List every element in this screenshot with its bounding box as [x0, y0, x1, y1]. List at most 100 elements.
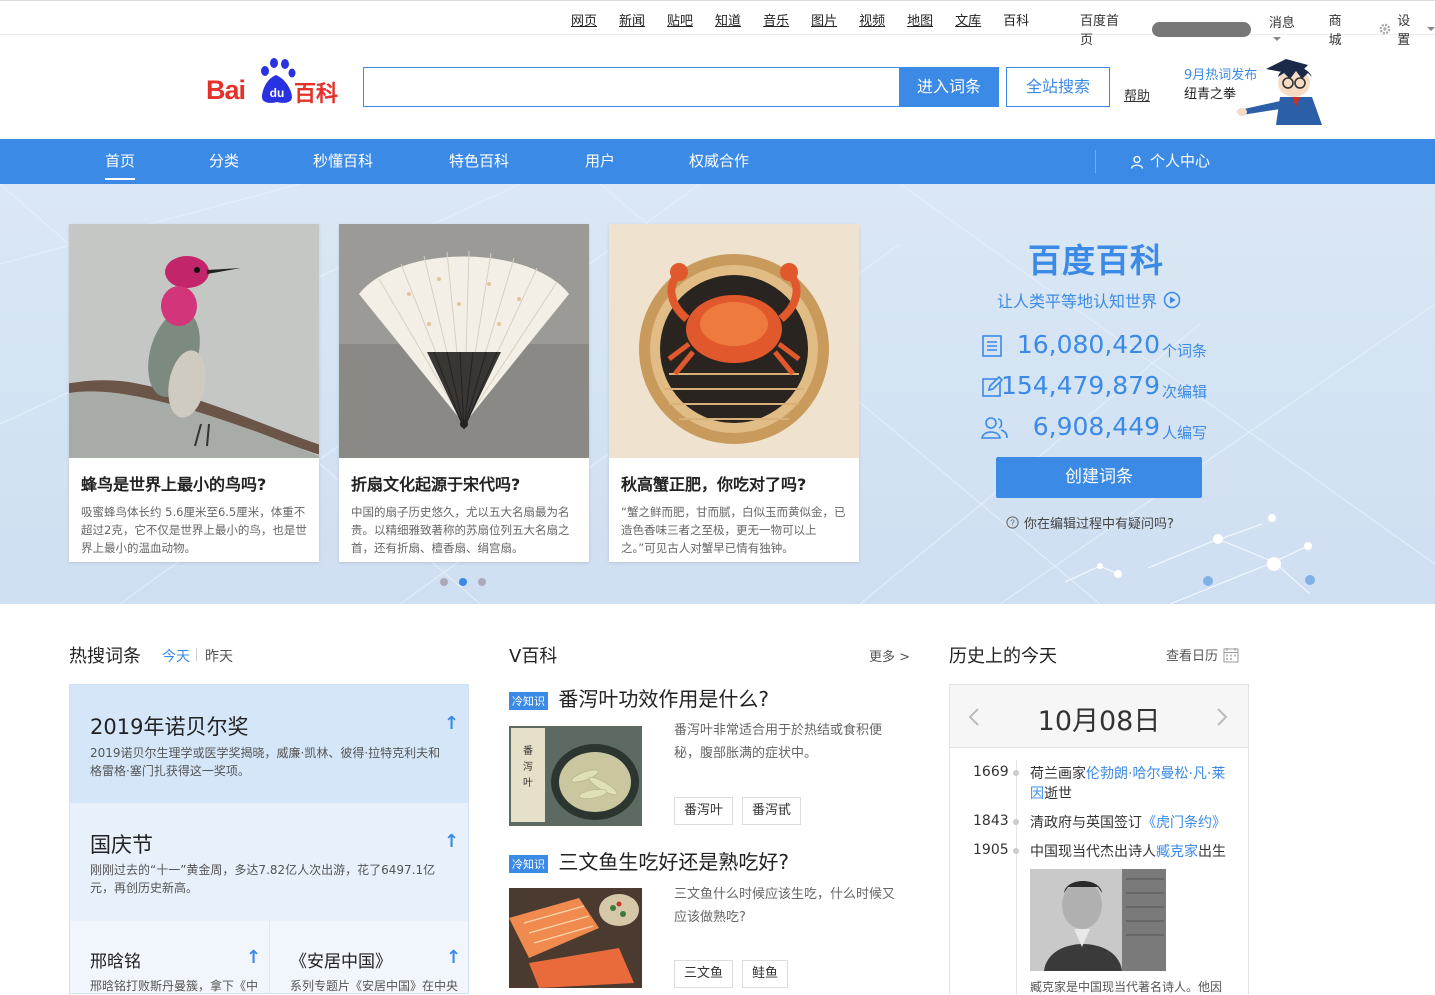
tab-divider — [196, 648, 197, 661]
topnav-link-baike: 百科 — [1003, 14, 1030, 29]
nav-divider — [1095, 150, 1096, 173]
stat-unit: 个词条 — [1162, 342, 1208, 360]
network-decoration — [1064, 514, 1315, 604]
hotsearch-item[interactable]: 国庆节 ↑ 刚刚过去的“十一”黄金周，多达7.82亿人次出游，花了6497.1亿… — [70, 803, 468, 921]
event-suffix: 逝世 — [1044, 786, 1072, 802]
vbaike-tag[interactable]: 鲑鱼 — [742, 960, 789, 988]
paw-icon: du — [261, 58, 296, 103]
logo-du-text: du — [270, 86, 285, 100]
nav-featured[interactable]: 特色百科 — [449, 139, 509, 184]
event-link[interactable]: 臧克家 — [1156, 844, 1198, 860]
event-year: 1669 — [973, 764, 1009, 780]
promo-link-subtitle[interactable]: 纽青之拳 — [1184, 83, 1236, 102]
topnav-link-map[interactable]: 地图 — [907, 10, 933, 29]
card-title: 折扇文化起源于宋代吗? — [351, 475, 521, 494]
help-link[interactable]: 帮助 — [1124, 85, 1150, 104]
event-prefix: 荷兰画家 — [1030, 766, 1086, 782]
trend-up-icon: ↑ — [446, 947, 462, 968]
timeline-dot — [1013, 848, 1019, 854]
chevron-right-icon[interactable] — [1216, 707, 1228, 727]
hotsearch-item-title: 《安居中国》 — [290, 952, 392, 972]
topnav-link-zhidao[interactable]: 知道 — [715, 10, 741, 29]
event-text: 清政府与英国签订《虎门条约》 — [1030, 813, 1230, 833]
event-prefix: 清政府与英国签订 — [1030, 815, 1142, 831]
main-nav: 首页 分类 秒懂百科 特色百科 用户 权威合作 个人中心 — [0, 139, 1435, 184]
portrait-caption: 臧克家是中国现当代著名诗人。他因 — [1030, 980, 1223, 994]
stat-number: 6,908,449 — [1032, 412, 1160, 441]
nav-category[interactable]: 分类 — [209, 139, 239, 184]
hero-banner: 蜂鸟是世界上最小的鸟吗? 吸蜜蜂鸟体长约 5.6厘米至6.5厘米，体重不超过2克… — [0, 184, 1435, 604]
hotsearch-item-title: 邢晗铭 — [90, 952, 141, 972]
event-year: 1905 — [973, 842, 1009, 858]
chevron-down-icon — [1427, 27, 1435, 31]
topnav-link-images[interactable]: 图片 — [811, 10, 837, 29]
vbaike-tag[interactable]: 番泻叶 — [674, 797, 734, 825]
users-icon — [981, 417, 1008, 439]
search-all-button[interactable]: 全站搜索 — [1006, 67, 1110, 107]
salmon-image[interactable] — [509, 888, 642, 988]
vbaike-tag[interactable]: 三文鱼 — [674, 960, 734, 988]
stat-unit: 人编写 — [1162, 424, 1208, 442]
search-input[interactable] — [363, 67, 900, 107]
hotsearch-title: 热搜词条 — [69, 646, 141, 667]
nav-authority[interactable]: 权威合作 — [689, 139, 749, 184]
hotsearch-item-desc: 系列专题片《安居中国》在中央 — [290, 979, 459, 993]
logo-bai-text: Bai — [206, 75, 246, 105]
topnav-link-news[interactable]: 新闻 — [619, 10, 645, 29]
event-text: 中国现当代杰出诗人臧克家出生 — [1030, 842, 1230, 862]
topnav-link-music[interactable]: 音乐 — [763, 10, 789, 29]
topnav-link-web[interactable]: 网页 — [571, 10, 597, 29]
slogan-link[interactable]: 让人类平等地认知世界 — [997, 288, 1181, 312]
event-text: 荷兰画家伦勃朗·哈尔曼松·凡·莱因逝世 — [1030, 764, 1230, 804]
trend-up-icon: ↑ — [444, 713, 460, 734]
view-calendar-link[interactable]: 查看日历 — [1166, 645, 1239, 664]
nav-miaodong[interactable]: 秒懂百科 — [313, 139, 373, 184]
event-link[interactable]: 《虎门条约》 — [1142, 815, 1226, 831]
messages-label: 消息 — [1268, 16, 1295, 31]
topnav-link-tieba[interactable]: 贴吧 — [667, 10, 693, 29]
timeline-line — [1016, 760, 1017, 994]
nav-home[interactable]: 首页 — [105, 143, 136, 180]
feature-card[interactable]: 折扇文化起源于宋代吗? 中国的扇子历史悠久，尤以五大名扇最为名贵。以精细雅致著称… — [339, 224, 589, 562]
senna-leaf-image[interactable]: 番 泻 叶 — [509, 726, 642, 826]
feature-card[interactable]: 秋高蟹正肥，你吃对了吗? “蟹之鲜而肥，甘而腻，白似玉而黄似金，已造色香味三者之… — [609, 224, 859, 562]
trend-up-icon: ↑ — [444, 831, 460, 852]
vbaike-title: V百科 — [509, 646, 558, 667]
nav-users[interactable]: 用户 — [585, 139, 615, 184]
view-calendar-label: 查看日历 — [1166, 649, 1219, 664]
vbaike-article-title[interactable]: 冷知识 番泻叶功效作用是什么? — [509, 683, 769, 712]
svg-text:?: ? — [1010, 519, 1015, 528]
topnav-link-wenku[interactable]: 文库 — [955, 10, 981, 29]
enter-entry-button[interactable]: 进入词条 — [899, 67, 999, 107]
vbaike-more-link[interactable]: 更多 > — [869, 646, 910, 665]
carousel-dot-active[interactable] — [459, 578, 467, 586]
vbaike-tag[interactable]: 番泻甙 — [742, 797, 802, 825]
hummingbird-image — [69, 224, 319, 458]
slogan-text: 让人类平等地认知世界 — [997, 292, 1158, 311]
stat-number: 154,479,879 — [1000, 371, 1160, 400]
carousel-dot[interactable] — [478, 578, 486, 586]
card-description: 中国的扇子历史悠久，尤以五大名扇最为名贵。以精细雅致著称的苏扇位列五大名扇之首，… — [351, 505, 570, 555]
label-fan: 番 — [523, 745, 533, 757]
hotsearch-item[interactable]: 《安居中国》 ↑ 系列专题片《安居中国》在中央 — [270, 921, 468, 993]
mascot-illustration[interactable] — [1236, 55, 1332, 127]
tab-yesterday[interactable]: 昨天 — [205, 646, 233, 666]
hotsearch-item[interactable]: 2019年诺贝尔奖 ↑ 2019诺贝尔生理学或医学奖揭晓，威廉·凯林、彼得·拉特… — [70, 685, 468, 803]
card-description: “蟹之鲜而肥，甘而腻，白似玉而黄似金，已造色香味三者之至极，更无一物可以上之。”… — [621, 505, 846, 555]
baike-logo[interactable]: Bai du 百科 — [206, 57, 346, 107]
current-date: 10月08日 — [1037, 706, 1161, 737]
vbaike-article-title-text: 三文鱼生吃好还是熟吃好? — [558, 850, 789, 874]
hotsearch-item[interactable]: 邢晗铭 ↑ 邢晗铭打败斯丹曼簇，拿下《中 — [70, 921, 270, 993]
hotsearch-item-desc: 邢晗铭打败斯丹曼簇，拿下《中 — [90, 979, 259, 993]
nav-personal-center[interactable]: 个人中心 — [1130, 139, 1210, 184]
tab-today[interactable]: 今天 — [162, 646, 190, 666]
stat-number: 16,080,420 — [1016, 330, 1160, 359]
card-description: 吸蜜蜂鸟体长约 5.6厘米至6.5厘米，体重不超过2克，它不仅是世界上最小的鸟，… — [81, 505, 307, 555]
topnav-link-video[interactable]: 视频 — [859, 10, 885, 29]
vbaike-article-title[interactable]: 冷知识 三文鱼生吃好还是熟吃好? — [509, 846, 789, 875]
portrait-photo[interactable] — [1030, 869, 1166, 971]
feature-card[interactable]: 蜂鸟是世界上最小的鸟吗? 吸蜜蜂鸟体长约 5.6厘米至6.5厘米，体重不超过2克… — [69, 224, 319, 562]
hotsearch-item-desc: 2019诺贝尔生理学或医学奖揭晓，威廉·凯林、彼得·拉特克利夫和格雷格·塞门扎获… — [90, 746, 441, 778]
trivia-tag: 冷知识 — [509, 854, 548, 873]
carousel-dot[interactable] — [440, 578, 448, 586]
